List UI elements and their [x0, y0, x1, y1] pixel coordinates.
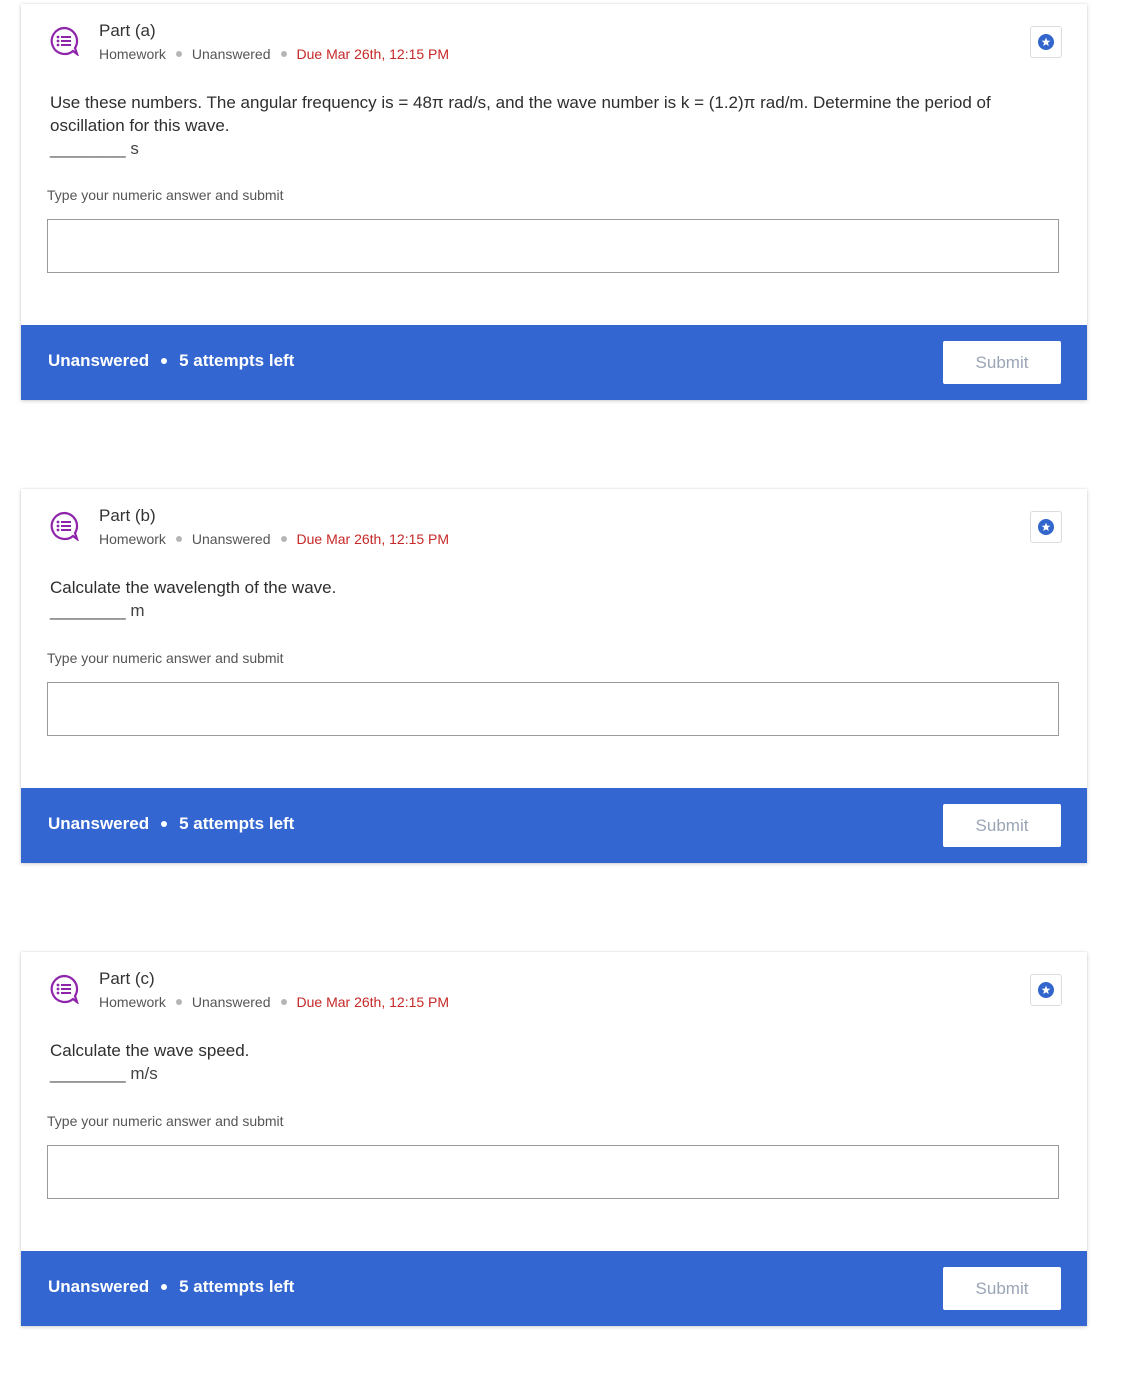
answer-input[interactable] — [47, 682, 1059, 736]
card-footer: Unanswered 5 attempts left Submit — [21, 325, 1087, 400]
bookmark-button[interactable] — [1030, 511, 1062, 543]
submit-button[interactable]: Submit — [943, 341, 1061, 384]
part-meta: Homework Unanswered Due Mar 26th, 12:15 … — [99, 994, 449, 1010]
question-card-part-b: Part (b) Homework Unanswered Due Mar 26t… — [21, 489, 1087, 863]
question-text: Use these numbers. The angular frequency… — [50, 91, 1040, 160]
submit-button[interactable]: Submit — [943, 804, 1061, 847]
separator-dot — [161, 1284, 168, 1290]
separator-dot — [175, 536, 182, 542]
question-line: oscillation for this wave. — [50, 116, 230, 135]
assignment-type: Homework — [99, 531, 166, 547]
separator-dot — [175, 999, 182, 1005]
question-list-icon — [50, 26, 79, 56]
separator-dot — [175, 51, 182, 57]
question-list-icon — [50, 511, 79, 541]
separator-dot — [280, 999, 287, 1005]
input-hint: Type your numeric answer and submit — [47, 650, 284, 666]
attempts-left: 5 attempts left — [179, 814, 295, 833]
card-body: Part (c) Homework Unanswered Due Mar 26t… — [21, 952, 1087, 1251]
assignment-type: Homework — [99, 994, 166, 1010]
assignment-type: Homework — [99, 46, 166, 62]
part-title: Part (c) — [99, 969, 155, 988]
answer-blank-unit: ________ s — [50, 139, 139, 158]
part-meta: Homework Unanswered Due Mar 26th, 12:15 … — [99, 531, 449, 547]
part-title: Part (b) — [99, 506, 156, 525]
footer-state: Unanswered — [48, 814, 150, 833]
answer-blank-unit: ________ m/s — [50, 1064, 158, 1083]
question-card-part-a: Part (a) Homework Unanswered Due Mar 26t… — [21, 4, 1087, 400]
answer-state: Unanswered — [191, 531, 271, 547]
attempts-left: 5 attempts left — [179, 1277, 295, 1296]
question-list-icon — [50, 974, 79, 1004]
part-meta: Homework Unanswered Due Mar 26th, 12:15 … — [99, 46, 449, 62]
card-body: Part (a) Homework Unanswered Due Mar 26t… — [21, 4, 1087, 325]
submit-button[interactable]: Submit — [943, 1267, 1061, 1310]
due-date: Due Mar 26th, 12:15 PM — [296, 531, 450, 547]
footer-state: Unanswered — [48, 1277, 150, 1296]
due-date: Due Mar 26th, 12:15 PM — [296, 994, 450, 1010]
answer-state: Unanswered — [191, 46, 271, 62]
answer-input[interactable] — [47, 1145, 1059, 1199]
footer-state: Unanswered — [48, 351, 150, 370]
separator-dot — [280, 51, 287, 57]
input-hint: Type your numeric answer and submit — [47, 1113, 284, 1129]
attempts-left: 5 attempts left — [179, 351, 295, 370]
bookmark-button[interactable] — [1030, 974, 1062, 1006]
question-text: Calculate the wave speed. ________ m/s — [50, 1039, 1040, 1085]
question-text: Calculate the wavelength of the wave. __… — [50, 576, 1040, 622]
answer-state: Unanswered — [191, 994, 271, 1010]
part-title: Part (a) — [99, 21, 156, 40]
star-bookmark-icon — [1038, 34, 1054, 50]
question-line: Use these numbers. The angular frequency… — [50, 93, 991, 112]
bookmark-button[interactable] — [1030, 26, 1062, 58]
star-bookmark-icon — [1038, 519, 1054, 535]
separator-dot — [161, 358, 168, 364]
question-line: Calculate the wavelength of the wave. — [50, 578, 337, 597]
separator-dot — [280, 536, 287, 542]
footer-status: Unanswered 5 attempts left — [48, 351, 294, 371]
answer-blank-unit: ________ m — [50, 601, 145, 620]
input-hint: Type your numeric answer and submit — [47, 187, 284, 203]
question-line: Calculate the wave speed. — [50, 1041, 250, 1060]
card-footer: Unanswered 5 attempts left Submit — [21, 1251, 1087, 1326]
due-date: Due Mar 26th, 12:15 PM — [296, 46, 450, 62]
card-footer: Unanswered 5 attempts left Submit — [21, 788, 1087, 863]
card-body: Part (b) Homework Unanswered Due Mar 26t… — [21, 489, 1087, 788]
answer-input[interactable] — [47, 219, 1059, 273]
footer-status: Unanswered 5 attempts left — [48, 1277, 294, 1297]
footer-status: Unanswered 5 attempts left — [48, 814, 294, 834]
star-bookmark-icon — [1038, 982, 1054, 998]
question-card-part-c: Part (c) Homework Unanswered Due Mar 26t… — [21, 952, 1087, 1326]
separator-dot — [161, 821, 168, 827]
